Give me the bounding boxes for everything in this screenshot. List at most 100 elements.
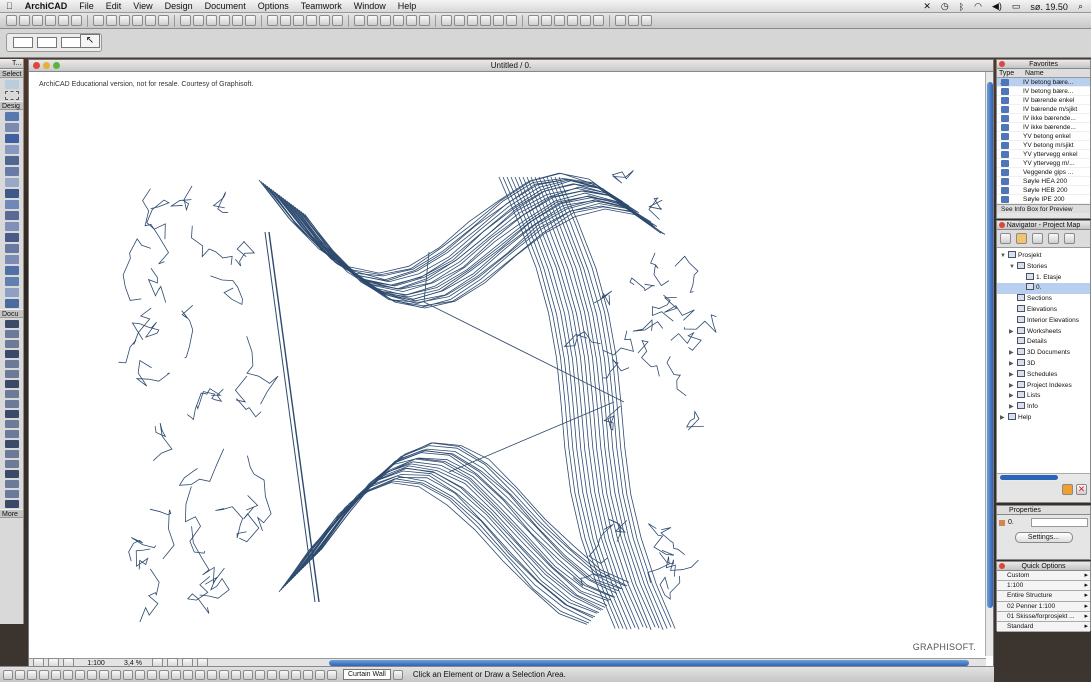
toolbar-button[interactable] — [6, 15, 17, 26]
menu-design[interactable]: Design — [159, 1, 199, 11]
project-map-item[interactable]: Interior Elevations — [997, 315, 1090, 327]
toolbar-button[interactable] — [493, 15, 504, 26]
project-map-item[interactable]: ▶ 3D — [997, 358, 1090, 370]
favorite-item[interactable]: YV yttervegg enkel — [997, 150, 1090, 159]
menu-document[interactable]: Document — [199, 1, 252, 11]
toolbox-section-more[interactable]: More — [0, 509, 23, 518]
project-map-item[interactable]: ▶ Info — [997, 402, 1090, 413]
design-tool-icon[interactable] — [5, 255, 19, 264]
document-tool-icon[interactable] — [5, 340, 19, 348]
bottom-tool-button[interactable] — [147, 669, 157, 680]
favorite-item[interactable]: YV yttervegg m/... — [997, 159, 1090, 168]
toolbar-button[interactable] — [232, 15, 243, 26]
properties-name-field[interactable] — [1031, 518, 1088, 527]
document-tool-icon[interactable] — [5, 330, 19, 338]
bottom-tool-button[interactable] — [171, 669, 181, 680]
bottom-tool-button[interactable] — [303, 669, 313, 680]
curtain-wall-tool-label[interactable]: Curtain Wall — [343, 669, 391, 680]
design-tool-icon[interactable] — [5, 277, 19, 286]
design-tool-icon[interactable] — [5, 112, 19, 121]
document-tool-icon[interactable] — [5, 420, 19, 428]
menu-help[interactable]: Help — [392, 1, 423, 11]
project-map-item[interactable]: ▶ Lists — [997, 391, 1090, 402]
design-tool-icon[interactable] — [5, 233, 19, 242]
bottom-tool-button[interactable] — [15, 669, 25, 680]
design-tool-icon[interactable] — [5, 200, 19, 209]
bottom-tool-button[interactable] — [111, 669, 121, 680]
favorite-item[interactable]: IV betong bære... — [997, 78, 1090, 87]
toolbar-button[interactable] — [267, 15, 278, 26]
bottom-tool-button[interactable] — [3, 669, 13, 680]
design-tool-icon[interactable] — [5, 145, 19, 154]
toolbar-button[interactable] — [554, 15, 565, 26]
design-tool-icon[interactable] — [5, 288, 19, 297]
document-tool-icon[interactable] — [5, 430, 19, 438]
toolbar-button[interactable] — [380, 15, 391, 26]
project-map-item[interactable]: ▼ Prosjekt — [997, 251, 1090, 262]
menu-file[interactable]: File — [73, 1, 100, 11]
floor-plan-canvas[interactable]: ArchiCAD Educational version, not for re… — [29, 72, 986, 656]
toolbar-button[interactable] — [180, 15, 191, 26]
view-map-icon[interactable] — [1032, 233, 1043, 244]
battery-icon[interactable]: ▭ — [1012, 1, 1021, 12]
quick-option-select[interactable]: 01 Skisse/forprosjekt ... — [997, 611, 1090, 622]
disclosure-closed-icon[interactable]: ▶ — [1009, 348, 1017, 359]
toolbar-button[interactable] — [93, 15, 104, 26]
new-folder-icon[interactable] — [1062, 484, 1073, 495]
arrow-tool-icon[interactable] — [5, 80, 19, 89]
favorite-item[interactable]: Søyle HEA 200 — [997, 177, 1090, 186]
toolbar-button[interactable] — [441, 15, 452, 26]
toolbar-button[interactable] — [32, 15, 43, 26]
info-box-button[interactable] — [37, 37, 57, 48]
column-type[interactable]: Type ▲ — [997, 69, 1023, 86]
bluetooth-icon[interactable]: ᛒ — [959, 2, 964, 12]
bottom-tool-button[interactable] — [135, 669, 145, 680]
toolbar-button[interactable] — [306, 15, 317, 26]
menu-clock[interactable]: sø. 19.50 — [1030, 2, 1068, 12]
menu-teamwork[interactable]: Teamwork — [295, 1, 348, 11]
toolbar-button[interactable] — [454, 15, 465, 26]
favorite-item[interactable]: YV betong enkel — [997, 132, 1090, 141]
project-map-icon[interactable] — [1016, 233, 1027, 244]
design-tool-icon[interactable] — [5, 211, 19, 220]
toolbar-button[interactable] — [193, 15, 204, 26]
toolbar-button[interactable] — [528, 15, 539, 26]
document-tool-icon[interactable] — [5, 390, 19, 398]
bottom-tool-button[interactable] — [207, 669, 217, 680]
publisher-icon[interactable] — [1064, 233, 1075, 244]
bottom-tool-button[interactable] — [219, 669, 229, 680]
contour-drawing[interactable] — [29, 72, 986, 656]
disclosure-closed-icon[interactable]: ▶ — [1009, 359, 1017, 370]
bottom-tool-button[interactable] — [99, 669, 109, 680]
info-box-button[interactable] — [13, 37, 33, 48]
toolbar-button[interactable] — [467, 15, 478, 26]
document-tool-icon[interactable] — [5, 320, 19, 328]
bottom-tool-button[interactable] — [39, 669, 49, 680]
toolbar-button[interactable] — [506, 15, 517, 26]
bottom-tool-button[interactable] — [87, 669, 97, 680]
disclosure-closed-icon[interactable]: ▶ — [1009, 402, 1017, 413]
document-tool-icon[interactable] — [5, 440, 19, 448]
time-machine-icon[interactable]: ◷ — [941, 1, 949, 12]
quick-option-select[interactable]: 1:100 — [997, 581, 1090, 592]
navigator-popup-icon[interactable] — [1000, 233, 1011, 244]
toolbar-button[interactable] — [119, 15, 130, 26]
settings-button[interactable]: Settings... — [1014, 532, 1073, 543]
favorite-item[interactable]: IV ikke bærende... — [997, 123, 1090, 132]
design-tool-icon[interactable] — [5, 123, 19, 132]
close-palette-icon[interactable] — [999, 563, 1005, 569]
document-tool-icon[interactable] — [5, 370, 19, 378]
project-map-item[interactable]: 1. Etasje — [997, 272, 1090, 284]
disclosure-closed-icon[interactable]: ▶ — [1000, 413, 1008, 424]
favorite-item[interactable]: IV bærende enkel — [997, 96, 1090, 105]
close-palette-icon[interactable] — [999, 222, 1005, 228]
design-tool-icon[interactable] — [5, 167, 19, 176]
toolbar-button[interactable] — [393, 15, 404, 26]
quick-option-select[interactable]: Standard — [997, 621, 1090, 633]
bottom-tool-button[interactable] — [183, 669, 193, 680]
curtain-wall-icon[interactable] — [392, 669, 403, 680]
toolbar-button[interactable] — [480, 15, 491, 26]
project-map-item[interactable]: ▶ Worksheets — [997, 326, 1090, 338]
toolbar-button[interactable] — [367, 15, 378, 26]
project-map-item[interactable]: Elevations — [997, 304, 1090, 316]
